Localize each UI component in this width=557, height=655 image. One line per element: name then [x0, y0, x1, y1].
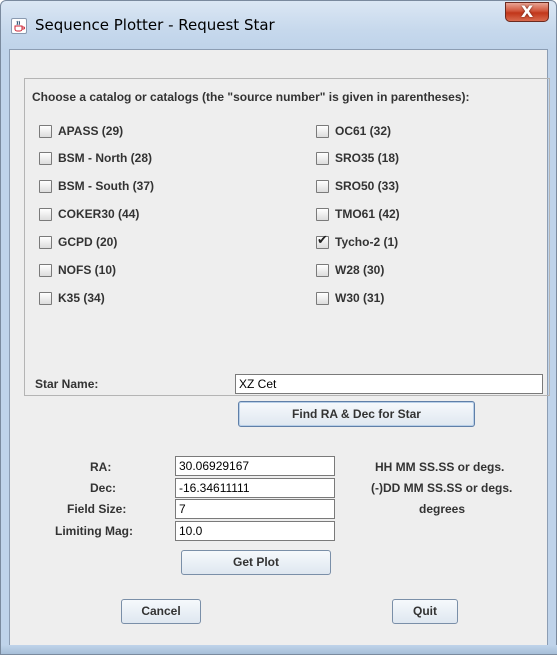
- catalog-label-right-6[interactable]: W30 (31): [335, 291, 384, 305]
- checkbox-left-5[interactable]: ✔: [39, 264, 52, 277]
- checkbox-left-0[interactable]: ✔: [39, 125, 52, 138]
- limiting-mag-label: Limiting Mag:: [55, 524, 133, 538]
- catalog-label-right-3[interactable]: TMO61 (42): [335, 207, 400, 221]
- ra-label: RA:: [90, 460, 112, 474]
- ra-input[interactable]: 30.06929167: [175, 456, 335, 476]
- java-cup-icon: [11, 18, 27, 34]
- window-bottom-border: [1, 645, 557, 654]
- catalog-label-right-0[interactable]: OC61 (32): [335, 124, 391, 138]
- checkbox-right-0[interactable]: ✔: [316, 125, 329, 138]
- checkbox-left-1[interactable]: ✔: [39, 152, 52, 165]
- checkbox-right-2[interactable]: ✔: [316, 180, 329, 193]
- find-ra-dec-button[interactable]: Find RA & Dec for Star: [238, 401, 475, 427]
- dialog-window: Sequence Plotter - Request Star X Choose…: [0, 0, 557, 655]
- limiting-mag-input[interactable]: 10.0: [175, 521, 335, 541]
- field-size-unit: degrees: [419, 502, 466, 516]
- checkbox-right-6[interactable]: ✔: [316, 292, 329, 305]
- checkbox-right-5[interactable]: ✔: [316, 264, 329, 277]
- catalog-label-left-2[interactable]: BSM - South (37): [58, 179, 154, 193]
- dec-format-hint: (-)DD MM SS.SS or degs.: [371, 481, 513, 495]
- catalog-label-left-5[interactable]: NOFS (10): [58, 263, 116, 277]
- window-title: Sequence Plotter - Request Star: [35, 16, 275, 34]
- dec-label: Dec:: [90, 481, 117, 495]
- field-size-label: Field Size:: [67, 502, 127, 516]
- checkbox-right-3[interactable]: ✔: [316, 208, 329, 221]
- checkbox-left-6[interactable]: ✔: [39, 292, 52, 305]
- dec-input[interactable]: -16.34611111: [175, 478, 335, 498]
- close-button[interactable]: X: [505, 2, 549, 22]
- checkbox-right-1[interactable]: ✔: [316, 152, 329, 165]
- checkbox-left-4[interactable]: ✔: [39, 236, 52, 249]
- star-name-input[interactable]: XZ Cet: [235, 374, 543, 394]
- checkbox-left-3[interactable]: ✔: [39, 208, 52, 221]
- star-name-label: Star Name:: [35, 377, 99, 391]
- catalog-label-left-1[interactable]: BSM - North (28): [58, 151, 152, 165]
- catalog-label-right-4[interactable]: Tycho-2 (1): [335, 235, 398, 249]
- cancel-button[interactable]: Cancel: [121, 599, 201, 624]
- dialog-content: Choose a catalog or catalogs (the "sourc…: [9, 49, 550, 647]
- catalog-label-left-3[interactable]: COKER30 (44): [58, 207, 139, 221]
- ra-format-hint: HH MM SS.SS or degs.: [375, 460, 505, 474]
- checkbox-left-2[interactable]: ✔: [39, 180, 52, 193]
- catalog-label-left-4[interactable]: GCPD (20): [58, 235, 117, 249]
- get-plot-button[interactable]: Get Plot: [181, 550, 331, 575]
- field-size-input[interactable]: 7: [175, 499, 335, 519]
- checkmark-icon: ✔: [317, 233, 328, 248]
- quit-button[interactable]: Quit: [392, 599, 458, 624]
- title-bar[interactable]: Sequence Plotter - Request Star X: [1, 1, 556, 49]
- catalog-label-right-2[interactable]: SRO50 (33): [335, 179, 399, 193]
- catalog-label-right-1[interactable]: SRO35 (18): [335, 151, 399, 165]
- catalog-label-left-6[interactable]: K35 (34): [58, 291, 105, 305]
- close-icon: X: [520, 2, 534, 21]
- catalog-label-left-0[interactable]: APASS (29): [58, 124, 123, 138]
- catalog-label-right-5[interactable]: W28 (30): [335, 263, 384, 277]
- checkbox-right-4[interactable]: ✔: [316, 233, 329, 249]
